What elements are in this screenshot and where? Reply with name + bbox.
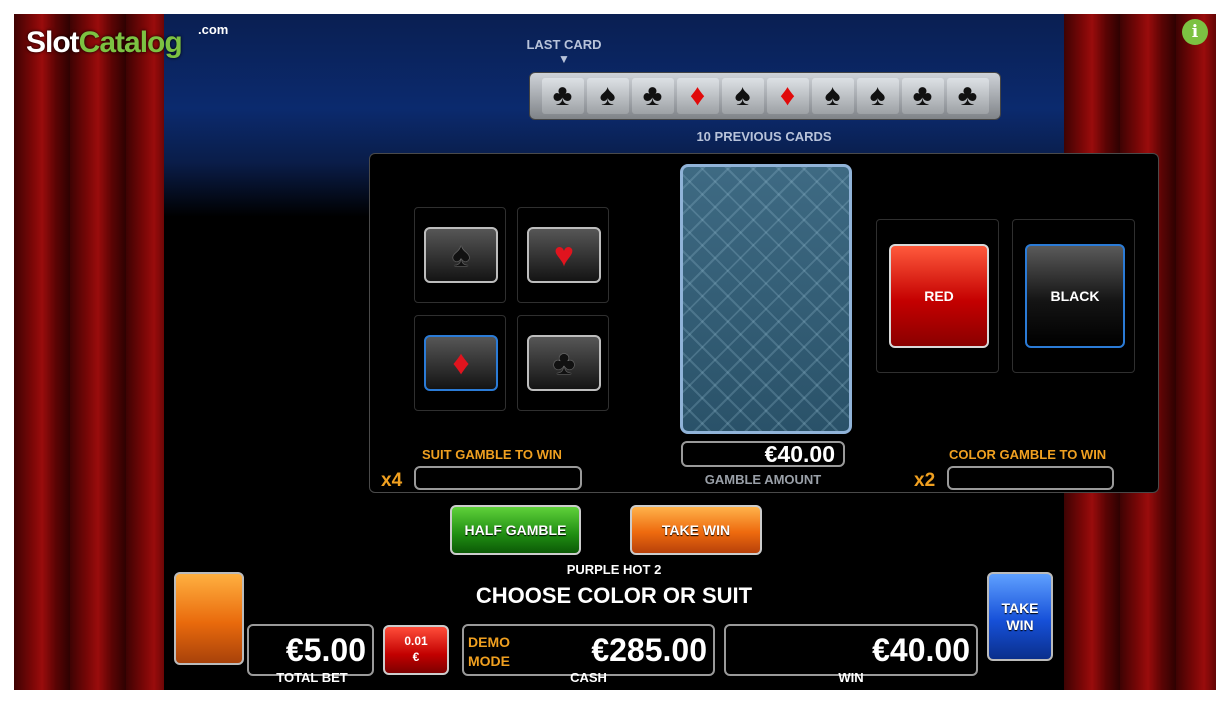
game-title: PURPLE HOT 2 [566,562,662,577]
last-card-arrow-icon: ▼ [558,52,570,66]
previous-card: ♣ [631,78,674,114]
gamble-table: ♠ ♥ ♦ ♣ SUIT GAMBLE TO WIN x4 €40.00 GAM… [369,153,1159,493]
suit-cell-hearts: ♥ [517,207,609,303]
heart-suit-button[interactable]: ♥ [527,227,601,283]
win-label: WIN [838,670,864,685]
club-suit-button[interactable]: ♣ [527,335,601,391]
suit-cell-diamonds: ♦ [414,315,506,411]
total-bet-value: €5.00 [247,624,374,676]
coin-currency: € [412,650,420,664]
game-frame: LAST CARD ▼ ♣ ♠ ♣ ♦ ♠ ♦ ♠ ♠ ♣ ♣ 10 PREVI… [14,14,1216,690]
color-gamble-label: COLOR GAMBLE TO WIN [949,447,1107,462]
color-cell-red: RED [876,219,999,373]
take-win-button[interactable]: TAKE WIN [630,505,762,555]
suit-cell-clubs: ♣ [517,315,609,411]
previous-cards-label: 10 PREVIOUS CARDS [696,129,832,144]
color-gamble-win-box [947,466,1114,490]
previous-card: ♠ [811,78,854,114]
previous-card: ♦ [676,78,719,114]
win-value: €40.00 [724,624,978,676]
diamond-suit-button[interactable]: ♦ [424,335,498,391]
previous-card: ♣ [946,78,989,114]
cash-label: CASH [570,670,607,685]
gamble-amount-label: GAMBLE AMOUNT [704,472,822,487]
coin-value: 0.01 [404,634,428,648]
red-button[interactable]: RED [889,244,989,348]
suit-cell-spades: ♠ [414,207,506,303]
previous-card: ♦ [766,78,809,114]
orange-action-button[interactable] [174,572,244,665]
previous-card: ♠ [721,78,764,114]
previous-card: ♣ [541,78,584,114]
black-button[interactable]: BLACK [1025,244,1125,348]
prompt-text: CHOOSE COLOR OR SUIT [475,583,753,608]
demo-mode-label: DEMO MODE [468,634,510,669]
color-cell-black: BLACK [1012,219,1135,373]
suit-multiplier: x4 [381,470,403,491]
suit-gamble-win-box [414,466,582,490]
spade-suit-button[interactable]: ♠ [424,227,498,283]
coin-value-button[interactable]: 0.01 € [383,625,449,675]
suit-gamble-label: SUIT GAMBLE TO WIN [422,447,562,462]
color-multiplier: x2 [914,470,936,491]
previous-card: ♠ [586,78,629,114]
previous-card: ♠ [856,78,899,114]
last-card-label: LAST CARD [526,37,602,52]
previous-cards-strip: ♣ ♠ ♣ ♦ ♠ ♦ ♠ ♠ ♣ ♣ [529,72,1001,120]
info-icon[interactable]: i [1182,19,1208,45]
half-gamble-button[interactable]: HALF GAMBLE [450,505,581,555]
face-down-card [680,164,852,434]
slotcatalog-logo: SlotCatalog .com [26,22,229,59]
total-bet-label: TOTAL BET [276,670,348,685]
gamble-amount-value: €40.00 [681,441,845,467]
take-win-side-button[interactable]: TAKE WIN [987,572,1053,661]
left-curtain [14,14,164,690]
previous-card: ♣ [901,78,944,114]
